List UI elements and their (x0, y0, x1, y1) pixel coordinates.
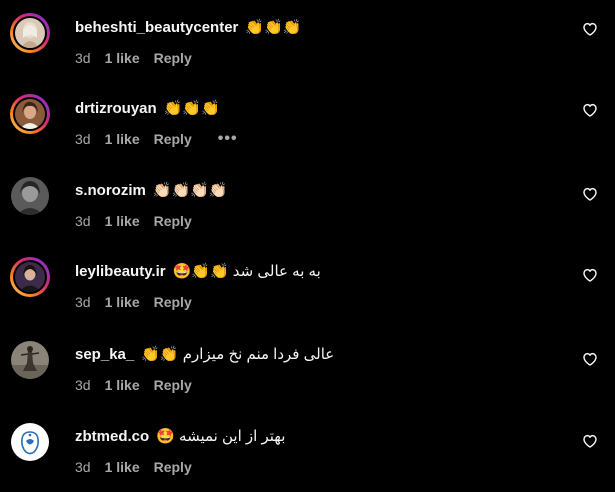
reply-button[interactable]: Reply (154, 213, 192, 229)
username[interactable]: sep_ka_ (75, 346, 134, 363)
comment-item: s.norozim 👏🏻👏🏻👏🏻👏🏻 3d 1 like Reply (0, 176, 615, 246)
username[interactable]: zbtmed.co (75, 428, 149, 445)
heart-outline-icon[interactable] (582, 433, 598, 449)
heart-outline-icon[interactable] (582, 102, 598, 118)
profile-photo (15, 99, 45, 129)
reply-button[interactable]: Reply (154, 131, 192, 147)
timestamp[interactable]: 3d (75, 50, 91, 66)
timestamp[interactable]: 3d (75, 377, 91, 393)
comment-text: 👏👏👏 (245, 19, 302, 36)
comment-text: به به عالی شد 👏👏🤩 (172, 263, 321, 280)
likes-count[interactable]: 1 like (105, 213, 140, 229)
comment-text: عالی فردا منم نخ میزارم 👏👏 (141, 346, 335, 363)
reply-button[interactable]: Reply (154, 50, 192, 66)
reply-button[interactable]: Reply (154, 377, 192, 393)
heart-outline-icon[interactable] (582, 267, 598, 283)
avatar[interactable] (10, 13, 50, 53)
avatar[interactable] (10, 340, 50, 380)
likes-count[interactable]: 1 like (105, 131, 140, 147)
heart-outline-icon[interactable] (582, 351, 598, 367)
username[interactable]: beheshti_beautycenter (75, 19, 238, 36)
reply-button[interactable]: Reply (154, 459, 192, 475)
comment-item: beheshti_beautycenter 👏👏👏 3d 1 like Repl… (0, 13, 615, 83)
avatar[interactable] (10, 422, 50, 462)
comment-item: drtizrouyan 👏👏👏 3d 1 like Reply ••• (0, 94, 615, 164)
heart-outline-icon[interactable] (582, 186, 598, 202)
comments-list: beheshti_beautycenter 👏👏👏 3d 1 like Repl… (0, 0, 615, 484)
comment-item: sep_ka_ عالی فردا منم نخ میزارم 👏👏 3d 1 … (0, 340, 615, 410)
avatar[interactable] (10, 94, 50, 134)
timestamp[interactable]: 3d (75, 294, 91, 310)
heart-outline-icon[interactable] (582, 21, 598, 37)
likes-count[interactable]: 1 like (105, 377, 140, 393)
timestamp[interactable]: 3d (75, 213, 91, 229)
comment-text: بهتر از این نمیشه 🤩 (156, 428, 286, 445)
profile-photo (11, 341, 49, 379)
logo (11, 423, 49, 461)
username[interactable]: leylibeauty.ir (75, 263, 166, 280)
username[interactable]: s.norozim (75, 182, 146, 199)
username[interactable]: drtizrouyan (75, 100, 157, 117)
reply-button[interactable]: Reply (154, 294, 192, 310)
likes-count[interactable]: 1 like (105, 50, 140, 66)
avatar[interactable] (10, 176, 50, 216)
profile-photo (15, 18, 45, 48)
comment-text: 👏🏻👏🏻👏🏻👏🏻 (152, 182, 228, 199)
profile-photo (15, 262, 45, 292)
likes-count[interactable]: 1 like (105, 459, 140, 475)
profile-photo (11, 177, 49, 215)
comment-item: zbtmed.co بهتر از این نمیشه 🤩 3d 1 like … (0, 422, 615, 492)
more-options-icon[interactable]: ••• (218, 130, 238, 148)
likes-count[interactable]: 1 like (105, 294, 140, 310)
avatar[interactable] (10, 257, 50, 297)
comment-text: 👏👏👏 (163, 100, 220, 117)
timestamp[interactable]: 3d (75, 459, 91, 475)
timestamp[interactable]: 3d (75, 131, 91, 147)
comment-item: leylibeauty.ir به به عالی شد 👏👏🤩 3d 1 li… (0, 257, 615, 327)
